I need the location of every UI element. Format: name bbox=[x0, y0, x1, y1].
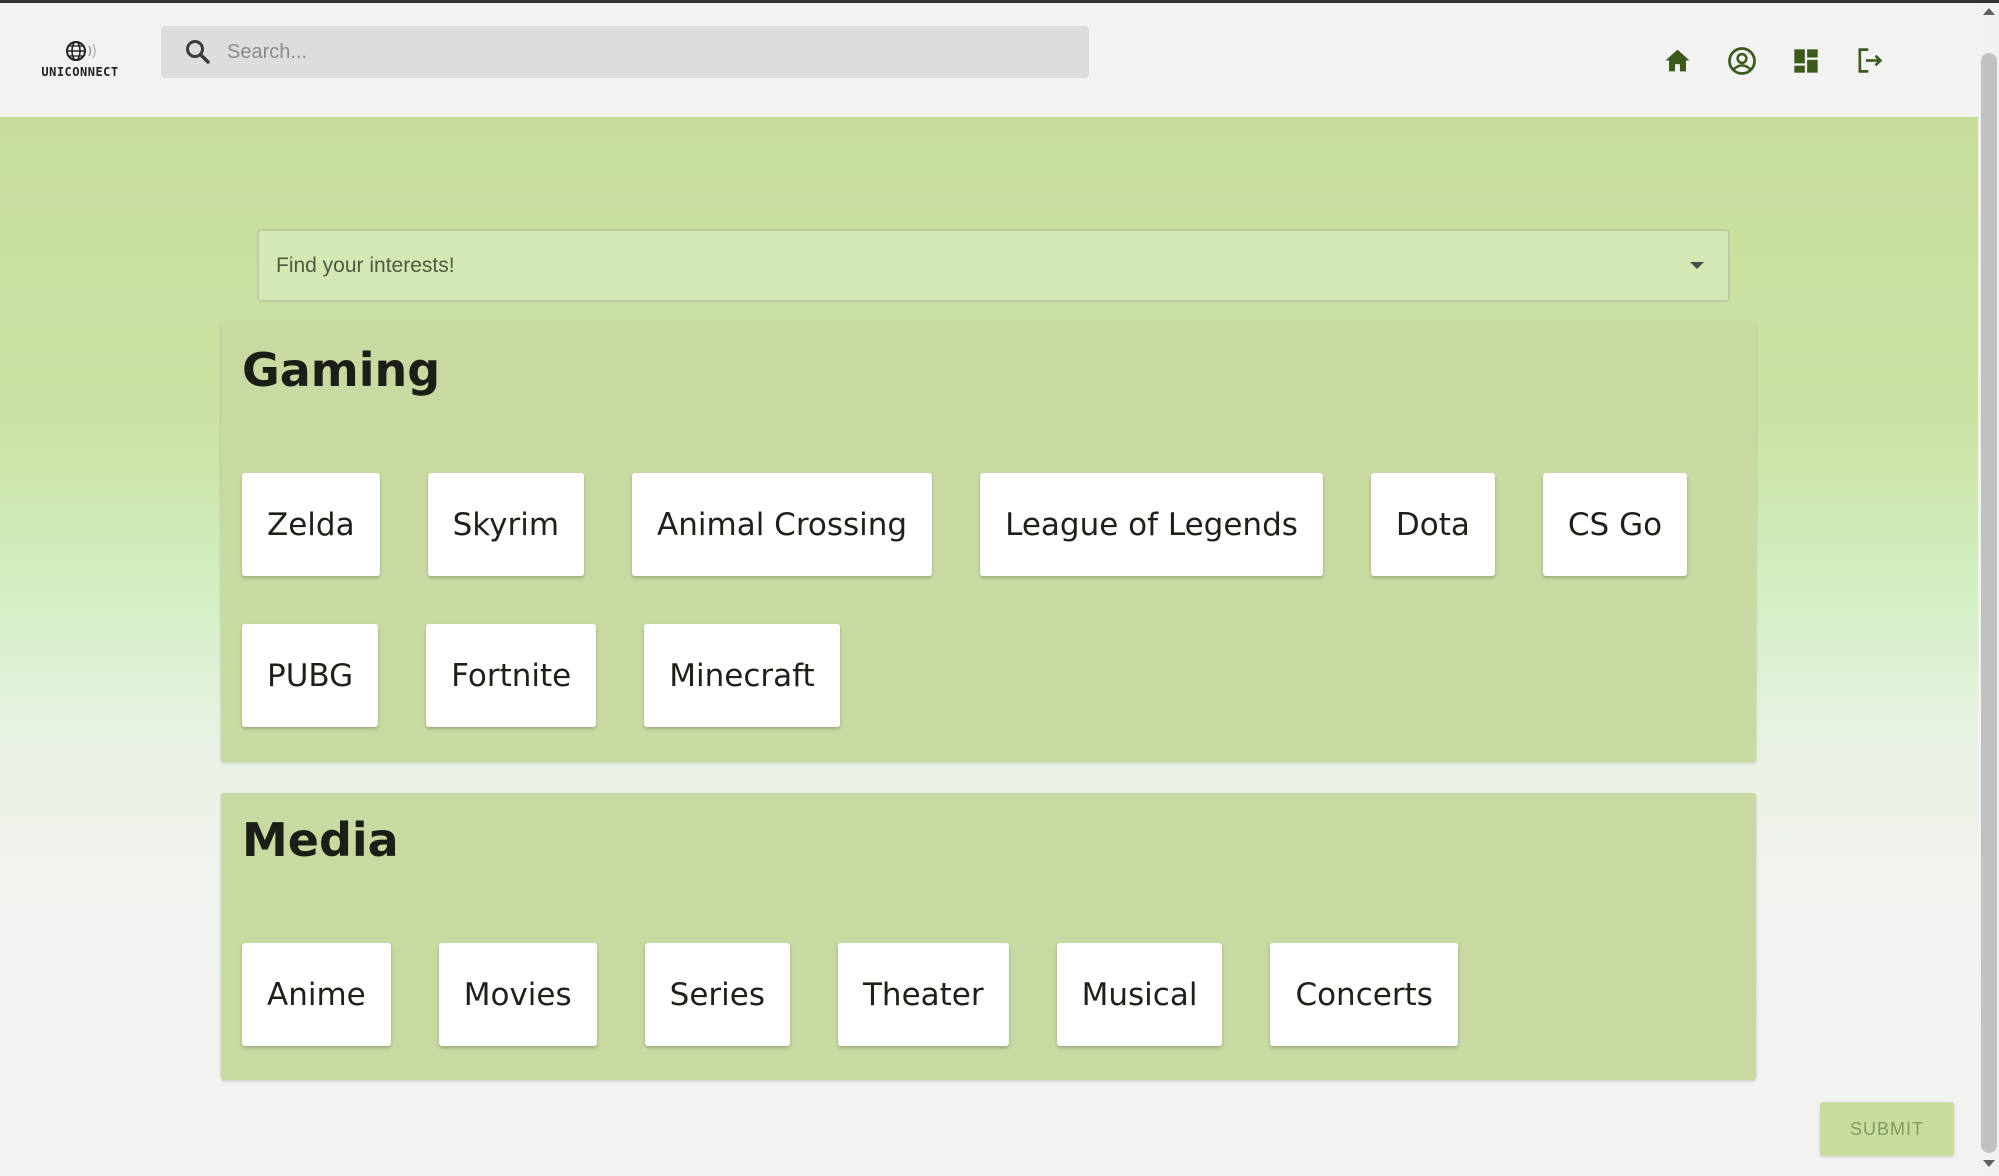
interest-chip-list: Anime Movies Series Theater Musical Conc… bbox=[242, 943, 1742, 1046]
category-gaming: Gaming Zelda Skyrim Animal Crossing Leag… bbox=[221, 323, 1756, 762]
category-media: Media Anime Movies Series Theater Musica… bbox=[221, 793, 1756, 1080]
category-title: Media bbox=[242, 813, 399, 867]
interest-chip[interactable]: Theater bbox=[838, 943, 1009, 1046]
interest-select-dropdown[interactable]: Find your interests! bbox=[257, 229, 1730, 302]
interest-chip[interactable]: Movies bbox=[438, 943, 597, 1046]
interest-chip[interactable]: Dota bbox=[1370, 473, 1495, 576]
interest-chip[interactable]: Minecraft bbox=[644, 624, 840, 727]
interest-chip[interactable]: Anime bbox=[242, 943, 391, 1046]
interest-chip[interactable]: Fortnite bbox=[426, 624, 597, 727]
chevron-down-icon bbox=[1690, 262, 1704, 269]
uniconnect-logo[interactable]: UNICONNECT bbox=[38, 39, 122, 85]
nav-icon-group bbox=[1662, 45, 1885, 76]
home-icon[interactable] bbox=[1662, 45, 1693, 76]
scrollbar-thumb[interactable] bbox=[1981, 53, 1997, 1153]
interest-chip[interactable]: Musical bbox=[1056, 943, 1223, 1046]
interest-select-placeholder: Find your interests! bbox=[276, 253, 455, 277]
top-navbar: UNICONNECT bbox=[0, 3, 1978, 117]
scroll-down-arrow-icon[interactable] bbox=[1983, 1160, 1995, 1167]
account-circle-icon[interactable] bbox=[1726, 45, 1757, 76]
interest-chip[interactable]: CS Go bbox=[1542, 473, 1688, 576]
category-title: Gaming bbox=[242, 343, 441, 397]
logo-text: UNICONNECT bbox=[41, 65, 119, 79]
interest-chip[interactable]: PUBG bbox=[242, 624, 379, 727]
scroll-up-arrow-icon[interactable] bbox=[1983, 8, 1995, 15]
logout-icon[interactable] bbox=[1854, 45, 1885, 76]
dashboard-icon[interactable] bbox=[1790, 45, 1821, 76]
interest-chip[interactable]: Skyrim bbox=[427, 473, 585, 576]
interest-chip[interactable]: Concerts bbox=[1270, 943, 1458, 1046]
interest-chip-list: Zelda Skyrim Animal Crossing League of L… bbox=[242, 473, 1742, 727]
search-icon bbox=[186, 40, 210, 64]
interest-chip[interactable]: League of Legends bbox=[980, 473, 1323, 576]
interest-chip[interactable]: Zelda bbox=[242, 473, 380, 576]
search-bar[interactable] bbox=[161, 26, 1089, 78]
globe-icon bbox=[66, 41, 96, 61]
submit-button[interactable]: SUBMIT bbox=[1820, 1102, 1954, 1156]
interest-chip[interactable]: Animal Crossing bbox=[632, 473, 933, 576]
interest-chip[interactable]: Series bbox=[644, 943, 790, 1046]
search-input[interactable] bbox=[227, 40, 1047, 64]
